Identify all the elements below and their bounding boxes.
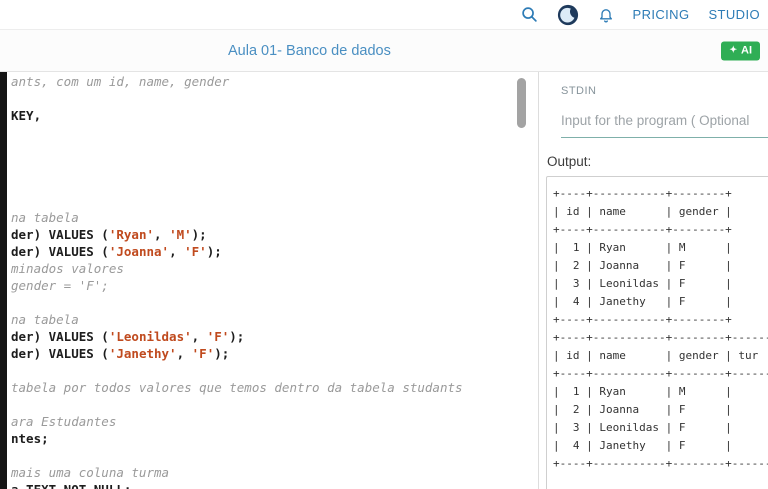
code-lines: ants, com um id, name, gender KEY, na tabe… [7, 73, 538, 489]
output-text: +----+-----------+--------+ | id | name … [553, 187, 768, 470]
code-editor[interactable]: ants, com um id, name, gender KEY, na tabe… [0, 72, 538, 489]
code-line: ara Estudantes [11, 414, 117, 429]
ai-button[interactable]: ✦ AI [721, 41, 760, 60]
code-line: na tabela [11, 312, 79, 327]
search-icon[interactable] [521, 6, 538, 23]
code-line: der) VALUES ('Leonildas', 'F'); [11, 329, 245, 344]
stdin-input[interactable] [561, 104, 768, 138]
code-line: der) VALUES ('Ryan', 'M'); [11, 227, 207, 242]
code-line: a TEXT NOT NULL; [7, 481, 538, 489]
code-line: der) VALUES ('Janethy', 'F'); [11, 346, 230, 361]
code-line: der) VALUES ('Joanna', 'F'); [11, 244, 222, 259]
top-navbar: PRICING STUDIO [0, 0, 768, 30]
theme-toggle-icon[interactable] [557, 4, 579, 26]
code-line: na tabela [11, 210, 79, 225]
editor-gutter [0, 72, 7, 489]
output-label: Output: [547, 154, 592, 169]
notifications-bell-icon[interactable] [598, 6, 614, 23]
output-box: +----+-----------+--------+ | id | name … [546, 176, 768, 489]
code-line: ants, com um id, name, gender [11, 74, 230, 89]
code-line: mais uma coluna turma [11, 465, 170, 480]
code-line: tabela por todos valores que temos dentr… [11, 380, 463, 395]
code-line: KEY, [11, 108, 42, 123]
page-title: Aula 01- Banco de dados [228, 42, 391, 59]
code-line: ntes; [11, 431, 49, 446]
sparkle-icon: ✦ [729, 44, 737, 55]
title-bar: Aula 01- Banco de dados ✦ AI [0, 30, 768, 72]
nav-link-pricing[interactable]: PRICING [633, 7, 690, 22]
io-panel: STDIN Output: +----+-----------+--------… [539, 72, 768, 489]
scrollbar-thumb[interactable] [517, 78, 526, 128]
stdin-label: STDIN [561, 85, 597, 97]
editor-scrollbar[interactable] [517, 72, 526, 489]
ai-button-label: AI [741, 44, 752, 56]
code-line: minados valores [11, 261, 124, 276]
app-window: PRICING STUDIO Aula 01- Banco de dados ✦… [0, 0, 768, 489]
nav-link-studio[interactable]: STUDIO [708, 7, 760, 22]
code-line: gender = 'F'; [11, 278, 109, 293]
